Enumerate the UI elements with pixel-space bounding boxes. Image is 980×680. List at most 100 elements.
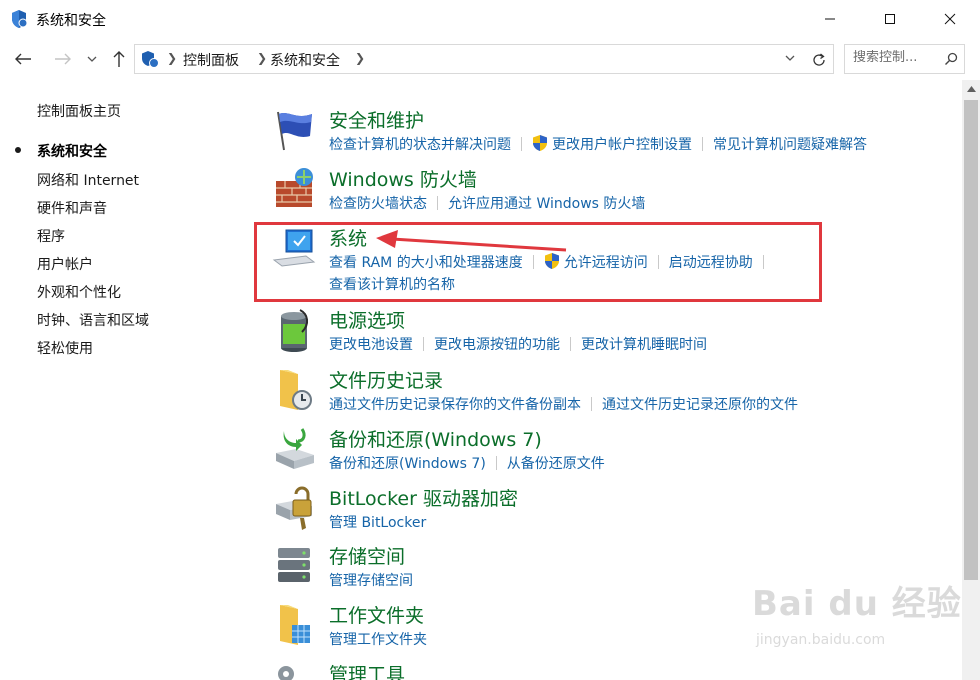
watermark-url: jingyan.baidu.com: [756, 632, 886, 648]
link-separator: [532, 255, 534, 269]
close-button[interactable]: [920, 0, 980, 38]
window-title: 系统和安全: [36, 13, 106, 29]
nav-item-system-security[interactable]: 系统和安全: [37, 141, 107, 161]
category-title[interactable]: 存储空间: [329, 542, 405, 569]
title-bar: 系统和安全: [0, 0, 980, 38]
bitlocker-icon: [276, 486, 312, 530]
battery-icon: [281, 309, 308, 352]
watermark: Bai du 经验 jingyan.baidu.com: [752, 576, 961, 666]
nav-item-appearance[interactable]: 外观和个性化: [37, 282, 121, 302]
category-title[interactable]: BitLocker 驱动器加密: [329, 484, 518, 511]
arrow-left-icon: [15, 53, 31, 65]
chevron-right-icon[interactable]: ❯: [355, 51, 365, 65]
close-icon: [944, 13, 956, 25]
link-restore-from-backup[interactable]: 从备份还原文件: [507, 453, 605, 473]
breadcrumb-control-panel[interactable]: 控制面板: [183, 50, 239, 70]
navigation-bar: ❯ 控制面板 ❯ 系统和安全 ❯: [0, 38, 980, 80]
backup-icon: [276, 428, 314, 469]
category-title[interactable]: Windows 防火墙: [329, 165, 477, 192]
control-panel-icon: [142, 51, 159, 68]
link-manage-storage[interactable]: 管理存储空间: [329, 570, 413, 590]
scroll-thumb[interactable]: [964, 100, 978, 580]
nav-item-user-accounts[interactable]: 用户帐户: [37, 254, 93, 274]
link-remote-assistance[interactable]: 启动远程协助: [669, 252, 753, 272]
category-title[interactable]: 备份和还原(Windows 7): [329, 425, 542, 452]
link-separator: [591, 397, 592, 411]
address-bar[interactable]: ❯ 控制面板 ❯ 系统和安全 ❯: [134, 44, 834, 74]
search-input[interactable]: [853, 50, 937, 65]
refresh-button[interactable]: [808, 49, 830, 71]
link-separator: [762, 255, 764, 269]
minimize-icon: [825, 18, 835, 20]
scroll-up-button[interactable]: [962, 80, 980, 98]
storage-icon: [278, 548, 310, 582]
flag-icon: [277, 111, 312, 151]
link-separator: [437, 196, 438, 210]
link-manage-bitlocker[interactable]: 管理 BitLocker: [329, 512, 426, 532]
category-title[interactable]: 安全和维护: [329, 106, 424, 133]
search-icon[interactable]: [944, 52, 958, 66]
link-power-button[interactable]: 更改电源按钮的功能: [434, 334, 560, 354]
link-computer-name[interactable]: 查看该计算机的名称: [329, 274, 455, 294]
forward-button[interactable]: [52, 48, 74, 70]
link-backup-restore-w7[interactable]: 备份和还原(Windows 7): [329, 453, 486, 473]
address-dropdown-button[interactable]: [782, 50, 798, 66]
vertical-scrollbar[interactable]: [962, 80, 980, 680]
link-allow-remote-access[interactable]: 允许远程访问: [564, 252, 648, 272]
maximize-icon: [885, 14, 895, 24]
link-check-status[interactable]: 检查计算机的状态并解决问题: [329, 134, 511, 154]
file-history-icon: [280, 370, 312, 410]
uac-shield-icon: [533, 135, 547, 151]
shield-icon: [12, 10, 28, 28]
link-separator: [702, 137, 703, 151]
nav-item-hardware[interactable]: 硬件和声音: [37, 198, 107, 218]
link-separator: [423, 337, 424, 351]
up-button[interactable]: [108, 48, 130, 70]
arrow-up-icon: [113, 51, 125, 67]
link-uac-settings[interactable]: 更改用户帐户控制设置: [552, 134, 692, 154]
chevron-down-icon: [785, 55, 795, 61]
nav-item-programs[interactable]: 程序: [37, 226, 65, 246]
link-separator: [521, 137, 522, 151]
link-firewall-status[interactable]: 检查防火墙状态: [329, 193, 427, 213]
admin-tools-icon: [278, 666, 294, 680]
firewall-icon: [276, 168, 313, 207]
category-title[interactable]: 系统: [329, 224, 367, 251]
link-battery-settings[interactable]: 更改电池设置: [329, 334, 413, 354]
caret-up-icon: [966, 86, 976, 92]
nav-item-home[interactable]: 控制面板主页: [37, 101, 121, 121]
back-button[interactable]: [12, 48, 34, 70]
link-troubleshoot[interactable]: 常见计算机问题疑难解答: [713, 134, 867, 154]
link-sleep-time[interactable]: 更改计算机睡眠时间: [581, 334, 707, 354]
category-title[interactable]: 管理工具: [329, 660, 405, 680]
nav-item-clock-region[interactable]: 时钟、语言和区域: [37, 310, 149, 330]
link-separator: [495, 456, 497, 470]
category-title[interactable]: 工作文件夹: [329, 601, 424, 628]
link-separator: [570, 337, 571, 351]
maximize-button[interactable]: [860, 0, 920, 38]
chevron-right-icon[interactable]: ❯: [257, 51, 267, 65]
breadcrumb-system-security[interactable]: 系统和安全: [270, 50, 340, 70]
computer-icon: [272, 229, 316, 267]
link-view-ram-cpu[interactable]: 查看 RAM 的大小和处理器速度: [329, 252, 523, 272]
chevron-down-icon: [87, 56, 97, 62]
nav-item-network[interactable]: 网络和 Internet: [37, 170, 139, 190]
link-separator: [657, 255, 659, 269]
watermark-text: Bai du 经验: [752, 584, 962, 624]
minimize-button[interactable]: [800, 0, 860, 38]
link-allow-app-firewall[interactable]: 允许应用通过 Windows 防火墙: [448, 193, 645, 213]
search-box[interactable]: [844, 44, 965, 74]
link-restore-files[interactable]: 通过文件历史记录还原你的文件: [602, 394, 798, 414]
refresh-icon: [813, 53, 825, 66]
nav-item-ease-of-access[interactable]: 轻松使用: [37, 338, 93, 358]
category-title[interactable]: 电源选项: [329, 306, 405, 333]
active-bullet: [15, 147, 21, 153]
link-manage-work-folders[interactable]: 管理工作文件夹: [329, 629, 427, 649]
uac-shield-icon: [544, 253, 559, 269]
category-title[interactable]: 文件历史记录: [329, 366, 443, 393]
arrow-right-icon: [55, 53, 71, 65]
chevron-right-icon[interactable]: ❯: [167, 51, 177, 65]
recent-locations-button[interactable]: [83, 48, 101, 70]
work-folders-icon: [280, 605, 310, 645]
link-backup-copies[interactable]: 通过文件历史记录保存你的文件备份副本: [329, 394, 581, 414]
